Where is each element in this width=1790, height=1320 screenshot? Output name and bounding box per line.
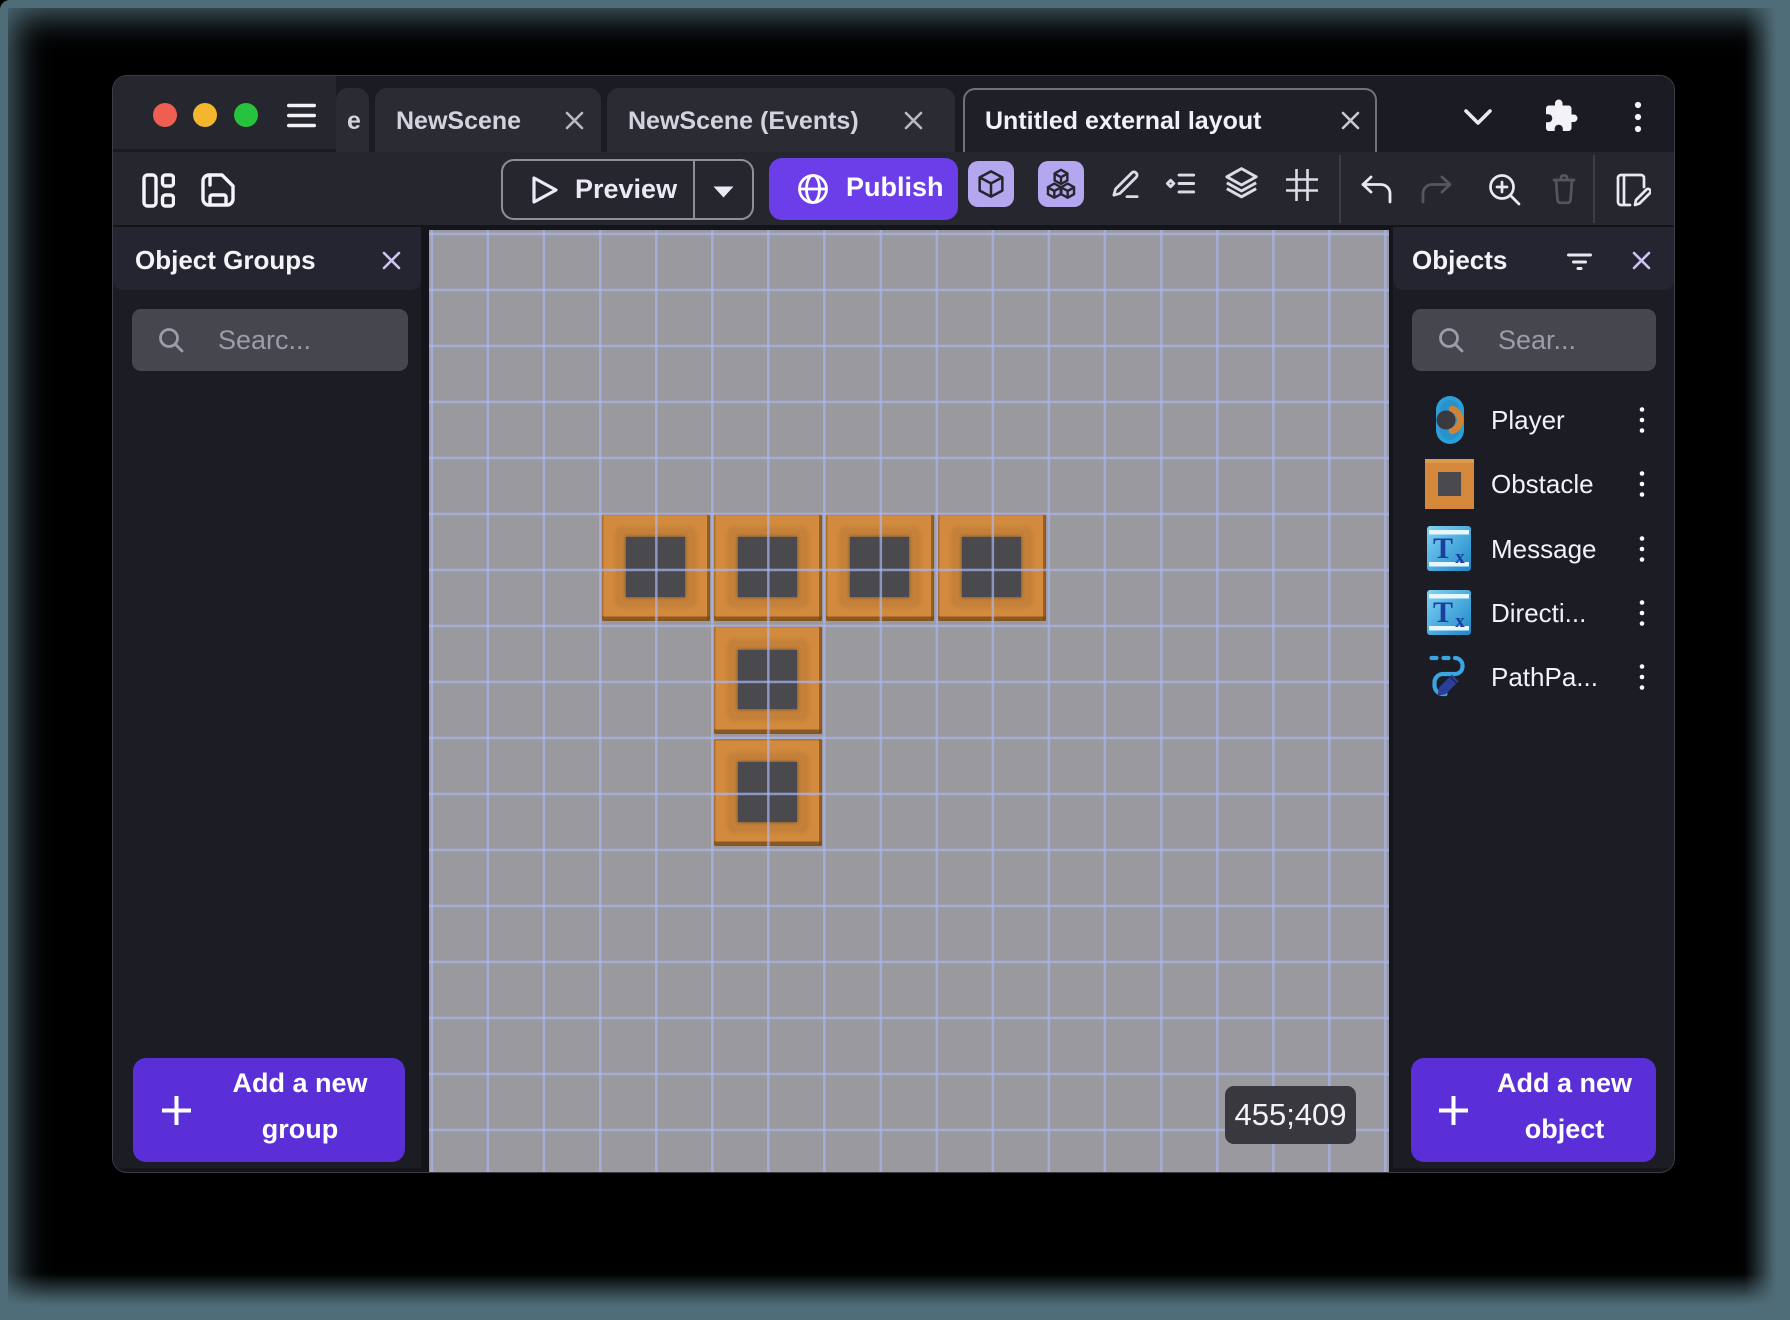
svg-text:T: T (1433, 532, 1453, 565)
svg-text:T: T (1433, 596, 1453, 629)
svg-text:x: x (1455, 547, 1465, 568)
svg-text:x: x (1455, 611, 1465, 632)
